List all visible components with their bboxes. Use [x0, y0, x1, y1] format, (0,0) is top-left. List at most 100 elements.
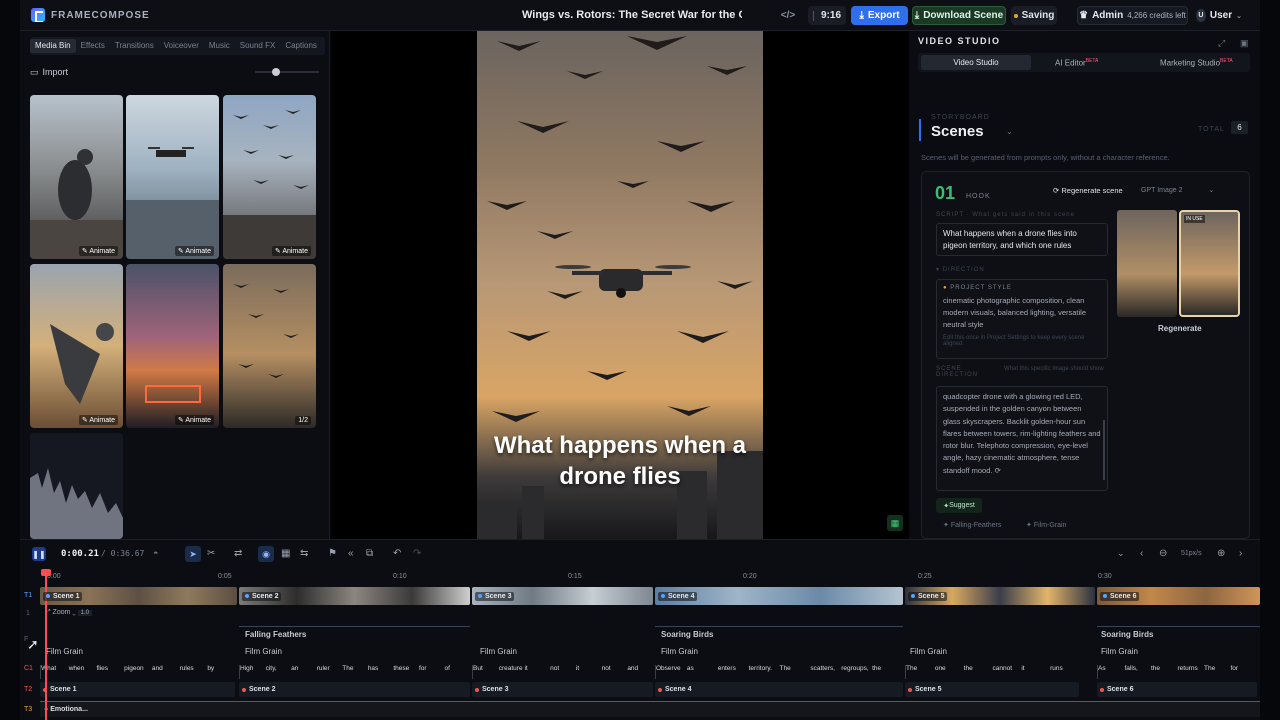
caption-segment-3[interactable]: But creature it not it not and: [472, 665, 653, 679]
download-scene-button[interactable]: ⤓ Download Scene: [912, 6, 1006, 25]
scene-direction-field[interactable]: quadcopter drone with a glowing red LED,…: [936, 386, 1108, 491]
clip-scene-4[interactable]: Scene 4: [655, 587, 903, 605]
pause-button[interactable]: ❚❚: [32, 547, 46, 561]
rewind-icon[interactable]: «: [348, 548, 354, 559]
cut-icon[interactable]: ✂: [207, 548, 215, 559]
user-menu[interactable]: U User ⌄: [1196, 6, 1242, 25]
chevron-down-icon[interactable]: ⌄: [1117, 548, 1125, 559]
tab-effects[interactable]: Effects: [76, 39, 110, 53]
tab-video-studio[interactable]: Video Studio: [921, 55, 1031, 70]
slider-handle[interactable]: [272, 68, 280, 76]
aspect-ratio-button[interactable]: 9:16: [808, 6, 846, 25]
export-button[interactable]: ⤓ Export: [851, 6, 908, 25]
scenes-heading[interactable]: Scenes: [931, 123, 984, 140]
caption-segment-1[interactable]: What when flies pigeon and rules by: [40, 665, 235, 679]
tab-transitions[interactable]: Transitions: [110, 39, 159, 53]
chip-film-grain[interactable]: ✦ Film-Grain: [1026, 521, 1066, 529]
refresh-icon[interactable]: ⟳: [995, 466, 1001, 475]
animate-button[interactable]: ✎ Animate: [78, 415, 118, 425]
flag-icon[interactable]: ⚑: [328, 548, 337, 559]
transition-soaring-birds-2[interactable]: Soaring Birds: [1101, 630, 1153, 639]
audio-scene-5[interactable]: Scene 5: [905, 682, 1079, 697]
redo-icon[interactable]: ↷: [413, 548, 421, 559]
thumb-size-slider[interactable]: [255, 71, 319, 73]
admin-credits[interactable]: ♛ Admin 4,266 credits left: [1077, 6, 1188, 25]
project-title[interactable]: Wings vs. Rotors: The Secret War for the…: [522, 9, 742, 21]
script-field[interactable]: What happens when a drone flies into pig…: [936, 223, 1108, 256]
prev-icon[interactable]: ‹: [1140, 548, 1143, 559]
select-tool-icon[interactable]: ➤: [185, 546, 201, 562]
loop-icon[interactable]: ⇄: [234, 548, 242, 559]
media-thumb-5[interactable]: ✎ Animate: [126, 264, 219, 428]
caption-segment-6[interactable]: As falls, the returns The for: [1097, 665, 1257, 679]
media-thumb-2[interactable]: ✎ Animate: [126, 95, 219, 259]
time-ruler[interactable]: 0:00 0:05 0:10 0:15 0:20 0:25 0:30: [25, 568, 1260, 584]
undo-icon[interactable]: ↶: [393, 548, 401, 559]
media-thumb-4[interactable]: ✎ Animate: [30, 264, 123, 428]
magnet-icon[interactable]: ◉: [258, 546, 274, 562]
model-select[interactable]: GPT Image 2 ⌄: [1141, 186, 1214, 194]
expand-icon[interactable]: ⤢: [1218, 38, 1225, 49]
tab-sound-fx[interactable]: Sound FX: [235, 39, 281, 53]
suggest-button[interactable]: ✦ Suggest: [936, 498, 982, 513]
close-icon[interactable]: ▣: [1240, 38, 1249, 49]
animate-button[interactable]: ✎ Animate: [78, 246, 118, 256]
playhead-handle[interactable]: [41, 569, 51, 576]
grid-view-icon[interactable]: ▦: [281, 548, 290, 559]
effect-film-grain-6[interactable]: Film Grain: [1101, 647, 1138, 656]
scene-image-option-1[interactable]: [1117, 210, 1177, 317]
app-logo[interactable]: FRAMECOMPOSE: [31, 8, 150, 22]
speed-icon[interactable]: ◓: [153, 548, 158, 558]
clip-scene-5[interactable]: Scene 5: [905, 587, 1095, 605]
tab-media-bin[interactable]: Media Bin: [30, 39, 76, 53]
effect-film-grain-5[interactable]: Film Grain: [910, 647, 947, 656]
scene-image-option-2[interactable]: IN USE: [1179, 210, 1240, 317]
music-track[interactable]: ● Emotiona...: [40, 701, 1260, 717]
animate-button[interactable]: ✎ Animate: [174, 415, 214, 425]
import-button[interactable]: ▭ Import: [30, 64, 70, 80]
effect-film-grain-3[interactable]: Film Grain: [480, 647, 517, 656]
duplicate-icon[interactable]: ⧉: [366, 548, 373, 559]
audio-scene-1[interactable]: Scene 1: [40, 682, 235, 697]
code-icon[interactable]: </>: [780, 6, 796, 25]
clip-scene-2[interactable]: Scene 2: [239, 587, 470, 605]
next-icon[interactable]: ›: [1239, 548, 1242, 559]
grid-icon[interactable]: ▦: [887, 515, 903, 531]
effect-film-grain-2[interactable]: Film Grain: [245, 647, 282, 656]
chip-falling-feathers[interactable]: ✦ Falling-Feathers: [943, 521, 1001, 529]
caption-segment-5[interactable]: The one the cannot it runs: [905, 665, 1079, 679]
regenerate-scene-button[interactable]: ⟳ Regenerate scene: [1053, 186, 1123, 195]
tab-music[interactable]: Music: [204, 39, 235, 53]
zoom-in-icon[interactable]: ⊕: [1217, 548, 1225, 559]
regenerate-button[interactable]: Regenerate: [1158, 324, 1202, 333]
effect-film-grain-4[interactable]: Film Grain: [661, 647, 698, 656]
tab-captions[interactable]: Captions: [280, 39, 322, 53]
clip-scene-3[interactable]: Scene 3: [472, 587, 653, 605]
caption-segment-4[interactable]: Observe as enters territory. The scatters, reg…: [655, 665, 903, 679]
tab-ai-editor[interactable]: AI EditorBETA: [1055, 58, 1098, 68]
direction-toggle[interactable]: ▾ DIRECTION: [936, 266, 985, 273]
transition-falling-feathers[interactable]: Falling Feathers: [245, 630, 306, 639]
chevron-down-icon[interactable]: ⌄: [1006, 127, 1013, 136]
media-thumb-1[interactable]: ✎ Animate: [30, 95, 123, 259]
audio-thumb[interactable]: [30, 433, 123, 539]
audio-scene-2[interactable]: Scene 2: [239, 682, 470, 697]
audio-scene-4[interactable]: Scene 4: [655, 682, 903, 697]
animate-button[interactable]: ✎ Animate: [271, 246, 311, 256]
media-thumb-3[interactable]: ✎ Animate: [223, 95, 316, 259]
caption-segment-2[interactable]: High city, an ruler The has these for of: [239, 665, 470, 679]
audio-scene-6[interactable]: Scene 6: [1097, 682, 1257, 697]
effect-film-grain-1[interactable]: Film Grain: [46, 647, 83, 656]
transition-soaring-birds[interactable]: Soaring Birds: [661, 630, 713, 639]
zoom-out-icon[interactable]: ⊖: [1159, 548, 1167, 559]
audio-scene-3[interactable]: Scene 3: [472, 682, 653, 697]
swap-icon[interactable]: ⇆: [300, 548, 308, 559]
tab-voiceover[interactable]: Voiceover: [159, 39, 204, 53]
media-thumb-6[interactable]: 1/2: [223, 264, 316, 428]
zoom-effect[interactable]: ⤢ Zoom ⌄ 1.0: [45, 609, 92, 617]
clip-scene-1[interactable]: Scene 1: [40, 587, 237, 605]
animate-button[interactable]: ✎ Animate: [174, 246, 214, 256]
direction-scrollbar[interactable]: [1103, 420, 1105, 480]
clip-scene-6[interactable]: Scene 6: [1097, 587, 1260, 605]
tab-marketing-studio[interactable]: Marketing StudioBETA: [1160, 58, 1233, 68]
